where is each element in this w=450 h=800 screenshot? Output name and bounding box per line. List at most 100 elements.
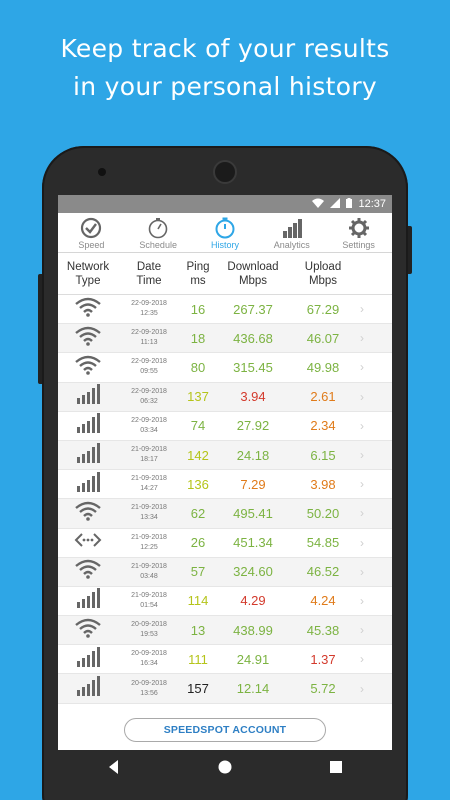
phone-frame: 12:37 Speed Schedule History Analytics S… <box>38 146 412 800</box>
ping-cell: 26 <box>190 535 206 551</box>
row-date: 21-09-2018 <box>131 446 167 454</box>
col-ping-line1: Ping <box>186 260 210 273</box>
cellular-signal-icon <box>76 384 100 409</box>
col-upload-line2: Mbps <box>308 274 338 287</box>
upload-cell: 45.38 <box>306 622 340 638</box>
history-row[interactable]: 22-09-2018 09:55 80 315.45 49.98 › <box>58 353 392 383</box>
tab-schedule-label: Schedule <box>139 240 177 250</box>
col-date-time[interactable]: Date Time <box>118 260 180 288</box>
front-camera <box>98 168 106 176</box>
date-time-cell: 22-09-2018 11:13 <box>118 328 180 348</box>
row-time: 13:34 <box>140 514 158 522</box>
row-date: 22-09-2018 <box>131 387 167 395</box>
date-time-cell: 21-09-2018 03:48 <box>118 562 180 582</box>
wifi-icon <box>74 559 102 584</box>
tab-speed[interactable]: Speed <box>58 213 125 252</box>
tab-settings[interactable]: Settings <box>325 213 392 252</box>
history-row[interactable]: 21-09-2018 12:25 26 451.34 54.85 › <box>58 528 392 558</box>
tab-speed-label: Speed <box>78 240 105 250</box>
row-date: 22-09-2018 <box>131 300 167 308</box>
date-time-cell: 20-09-2018 16:34 <box>118 649 180 669</box>
upload-cell: 3.98 <box>310 476 336 492</box>
col-network-type[interactable]: Network Type <box>58 260 118 288</box>
row-time: 16:34 <box>140 660 158 668</box>
tab-bar: Speed Schedule History Analytics Setting… <box>58 213 392 253</box>
history-row[interactable]: 21-09-2018 13:34 62 495.41 50.20 › <box>58 499 392 529</box>
col-network-type-line2: Type <box>75 274 101 287</box>
recents-icon[interactable] <box>328 759 344 775</box>
timer-icon <box>215 217 235 239</box>
date-time-cell: 21-09-2018 01:54 <box>118 591 180 611</box>
col-download[interactable]: Download Mbps <box>216 260 290 288</box>
ping-cell: 13 <box>190 622 206 638</box>
download-cell: 24.18 <box>236 447 270 463</box>
col-ping[interactable]: Ping ms <box>180 260 216 288</box>
row-date: 22-09-2018 <box>131 329 167 337</box>
headline: Keep track of your results in your perso… <box>0 30 450 106</box>
chevron-right-icon: › <box>360 302 364 317</box>
stopwatch-icon <box>148 218 168 239</box>
history-row[interactable]: 22-09-2018 12:35 16 267.37 67.29 › <box>58 295 392 325</box>
col-date-time-line1: Date <box>136 260 162 273</box>
row-time: 13:56 <box>140 689 158 697</box>
ping-cell: 62 <box>190 505 206 521</box>
row-time: 14:27 <box>140 485 158 493</box>
ping-cell: 111 <box>188 651 208 667</box>
download-cell: 3.94 <box>240 389 266 405</box>
col-upload[interactable]: Upload Mbps <box>290 260 356 288</box>
back-icon[interactable] <box>106 759 122 775</box>
battery-status-icon <box>346 197 353 211</box>
history-row[interactable]: 20-09-2018 19:53 13 438.99 45.38 › <box>58 616 392 646</box>
speedspot-account-button[interactable]: SPEEDSPOT ACCOUNT <box>124 718 326 742</box>
home-icon[interactable] <box>217 759 233 775</box>
date-time-cell: 21-09-2018 14:27 <box>118 474 180 494</box>
chevron-right-icon: › <box>360 418 364 433</box>
download-cell: 451.34 <box>233 535 273 551</box>
history-row[interactable]: 21-09-2018 01:54 114 4.29 4.24 › <box>58 586 392 617</box>
download-cell: 4.29 <box>240 593 266 609</box>
ping-cell: 80 <box>190 359 206 375</box>
ethernet-icon <box>74 530 102 555</box>
download-cell: 436.68 <box>233 330 273 346</box>
wifi-icon <box>74 297 102 322</box>
row-date: 21-09-2018 <box>131 562 167 570</box>
wifi-status-icon <box>312 198 325 211</box>
history-row[interactable]: 22-09-2018 03:34 74 27.92 2.34 › <box>58 411 392 441</box>
upload-cell: 54.85 <box>306 535 340 551</box>
tab-schedule[interactable]: Schedule <box>125 213 192 252</box>
history-row[interactable]: 21-09-2018 14:27 136 7.29 3.98 › <box>58 470 392 500</box>
history-row[interactable]: 22-09-2018 06:32 137 3.94 2.61 › <box>58 382 392 412</box>
chevron-right-icon: › <box>360 593 364 608</box>
col-network-type-line1: Network <box>66 260 110 273</box>
ping-cell: 16 <box>190 301 206 317</box>
history-row[interactable]: 20-09-2018 13:56 157 12.14 5.72 › <box>58 674 392 704</box>
row-date: 21-09-2018 <box>131 475 167 483</box>
tab-analytics[interactable]: Analytics <box>258 213 325 252</box>
upload-cell: 6.15 <box>310 447 336 463</box>
row-date: 21-09-2018 <box>131 533 167 541</box>
download-cell: 24.91 <box>236 651 270 667</box>
date-time-cell: 22-09-2018 03:34 <box>118 416 180 436</box>
history-row[interactable]: 22-09-2018 11:13 18 436.68 46.07 › <box>58 324 392 354</box>
col-ping-line2: ms <box>190 274 206 287</box>
history-row[interactable]: 21-09-2018 18:17 142 24.18 6.15 › <box>58 440 392 471</box>
cellular-signal-icon <box>76 442 100 468</box>
row-time: 06:32 <box>140 397 158 405</box>
network-type-cell <box>58 297 118 322</box>
history-row[interactable]: 21-09-2018 03:48 57 324.60 46.52 › <box>58 557 392 587</box>
download-cell: 438.99 <box>233 622 273 638</box>
app-screen: 12:37 Speed Schedule History Analytics S… <box>58 195 392 750</box>
upload-cell: 2.61 <box>310 389 336 405</box>
row-time: 12:25 <box>140 543 158 551</box>
tab-history[interactable]: History <box>192 213 259 252</box>
network-type-cell <box>58 559 118 584</box>
ping-cell: 57 <box>190 564 206 580</box>
headline-line-1: Keep track of your results <box>60 34 390 63</box>
chevron-right-icon: › <box>360 448 364 463</box>
upload-cell: 5.72 <box>310 681 336 697</box>
volume-button <box>38 274 42 384</box>
history-row[interactable]: 20-09-2018 16:34 111 24.91 1.37 › <box>58 645 392 675</box>
signal-status-icon <box>330 197 341 211</box>
row-time: 12:35 <box>140 310 158 318</box>
ping-cell: 114 <box>187 593 209 609</box>
